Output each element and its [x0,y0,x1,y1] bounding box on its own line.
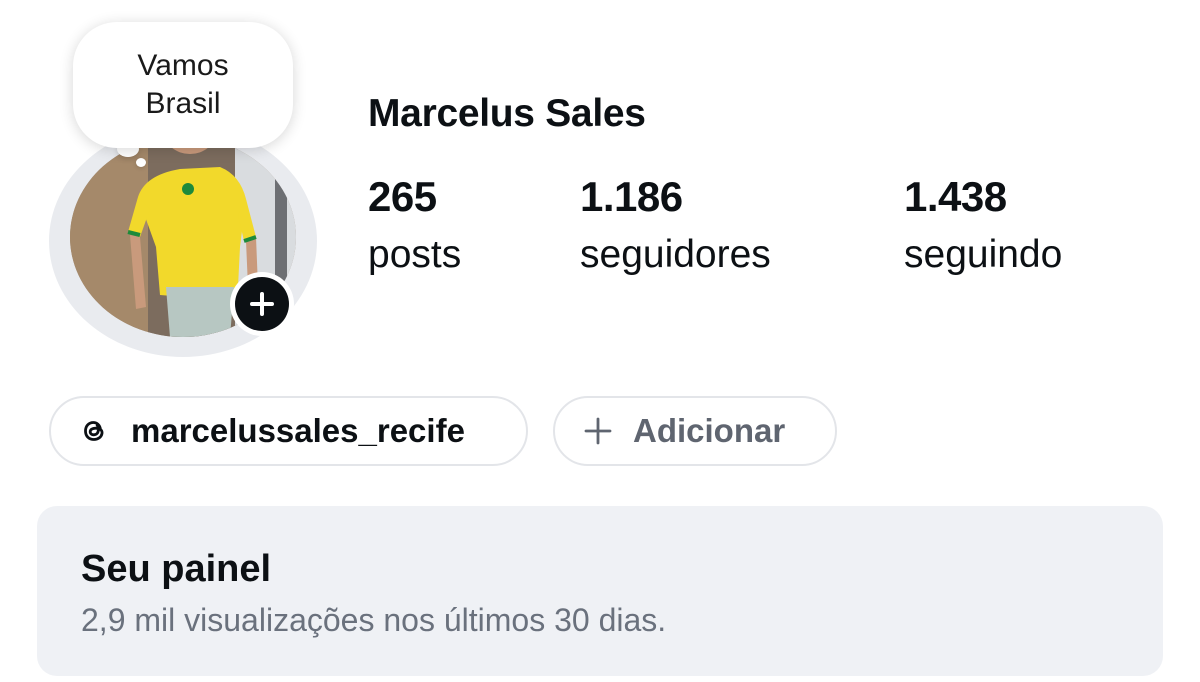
add-story-button[interactable] [230,272,294,336]
add-link-label: Adicionar [633,412,786,449]
following-label: seguindo [904,233,1063,276]
dashboard-subtitle: 2,9 mil visualizações nos últimos 30 dia… [81,602,667,638]
following-count: 1.438 [904,173,1007,220]
followers-count: 1.186 [580,173,683,220]
professional-dashboard-card[interactable]: Seu painel 2,9 mil visualizações nos últ… [37,506,1163,676]
stat-following[interactable]: 1.438 seguindo [904,172,1062,280]
plus-icon [250,292,274,316]
stat-posts: 265 posts [368,172,461,280]
followers-label: seguidores [580,233,771,276]
plus-icon [583,416,613,446]
note-text-line-2: Brasil [145,87,221,120]
profile-note[interactable]: Vamos Brasil [73,22,293,148]
stat-followers[interactable]: 1.186 seguidores [580,172,771,280]
posts-count: 265 [368,173,437,220]
profile-name: Marcelus Sales [368,92,646,135]
dashboard-title: Seu painel [81,548,272,590]
add-link-button[interactable]: Adicionar [553,396,837,466]
note-text-line-1: Vamos [137,49,229,82]
posts-label: posts [368,233,462,276]
note-bubble-tail-dot [136,158,146,167]
threads-profile-link[interactable]: marcelussales_recife [49,396,528,466]
threads-logo-icon [77,414,111,448]
threads-handle: marcelussales_recife [131,412,465,449]
